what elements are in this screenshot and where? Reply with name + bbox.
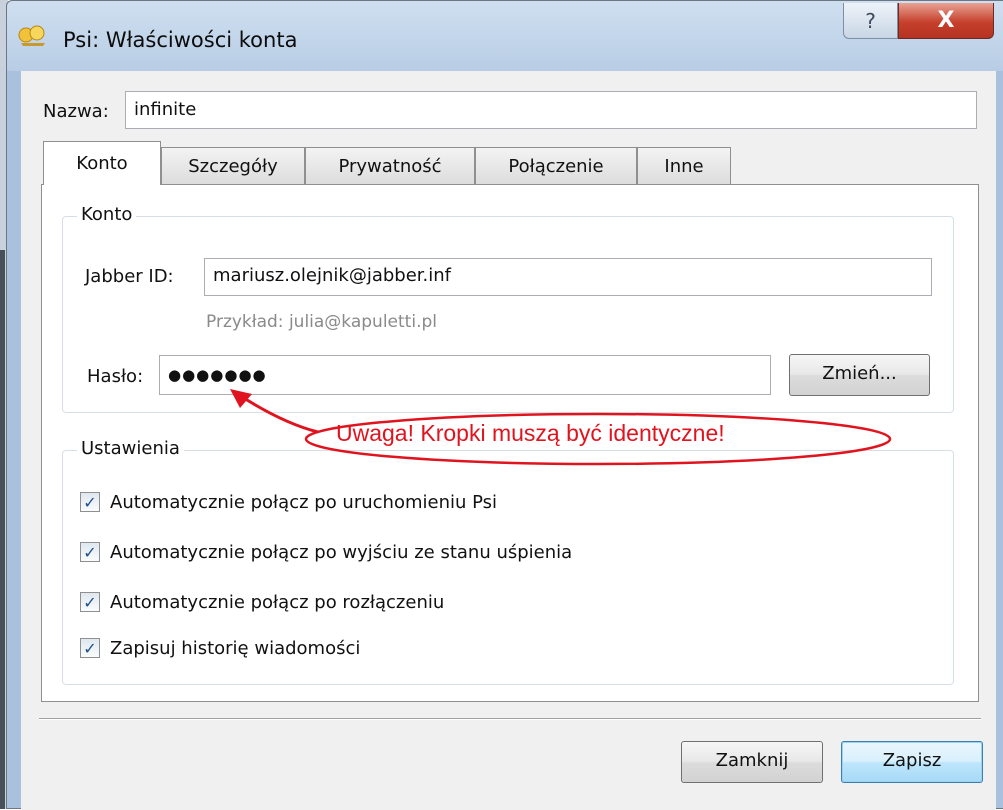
title-bar[interactable]: Psi: Właściwości konta ? X [7,1,1003,71]
button-separator [39,718,981,720]
tab-polaczenie[interactable]: Połączenie [475,147,637,185]
option-autoconnect-disconnect[interactable]: ✓ Automatycznie połącz po rozłączeniu [80,588,444,616]
tab-inne[interactable]: Inne [637,147,731,185]
tab-prywatnosc[interactable]: Prywatność [305,147,475,185]
annotation-text: Uwaga! Kropki muszą być identyczne! [336,420,725,446]
name-label: Nazwa: [43,101,109,122]
tab-konto[interactable]: Konto [43,141,161,185]
window-title: Psi: Właściwości konta [63,28,298,52]
change-password-button[interactable]: Zmień... [789,354,930,396]
option-label: Automatycznie połącz po rozłączeniu [110,591,445,613]
checkbox-checked-icon[interactable]: ✓ [80,492,100,512]
account-properties-window: Psi: Właściwości konta ? X Nazwa: infini… [6,0,1003,810]
psi-app-icon [18,25,45,46]
password-input[interactable]: ●●●●●●● [159,355,771,395]
checkbox-checked-icon[interactable]: ✓ [80,638,100,658]
option-label: Automatycznie połącz po uruchomieniu Psi [110,491,498,513]
help-button[interactable]: ? [843,3,898,39]
password-label: Hasło: [87,366,144,387]
option-save-history[interactable]: ✓ Zapisuj historię wiadomości [80,634,360,662]
help-icon: ? [865,8,876,33]
tab-szczegoly[interactable]: Szczegóły [161,147,305,185]
checkbox-checked-icon[interactable]: ✓ [80,592,100,612]
option-autoconnect-wake[interactable]: ✓ Automatycznie połącz po wyjściu ze sta… [80,538,572,566]
save-button[interactable]: Zapisz [841,741,983,783]
option-autoconnect-startup[interactable]: ✓ Automatycznie połącz po uruchomieniu P… [80,488,497,516]
close-icon: X [937,8,955,33]
jabber-id-example-hint: Przykład: julia@kapuletti.pl [206,312,437,332]
close-window-button[interactable]: X [898,3,994,39]
close-button[interactable]: Zamknij [681,741,823,783]
account-name-input[interactable]: infinite [125,91,977,129]
jabber-id-input[interactable]: mariusz.olejnik@jabber.inf [204,258,932,296]
account-group-title: Konto [77,204,137,225]
settings-group-title: Ustawienia [77,438,184,459]
checkbox-checked-icon[interactable]: ✓ [80,542,100,562]
background-window-edge-dark [0,250,5,809]
jabber-id-label: Jabber ID: [85,266,174,287]
option-label: Automatycznie połącz po wyjściu ze stanu… [110,541,573,563]
option-label: Zapisuj historię wiadomości [110,637,361,659]
